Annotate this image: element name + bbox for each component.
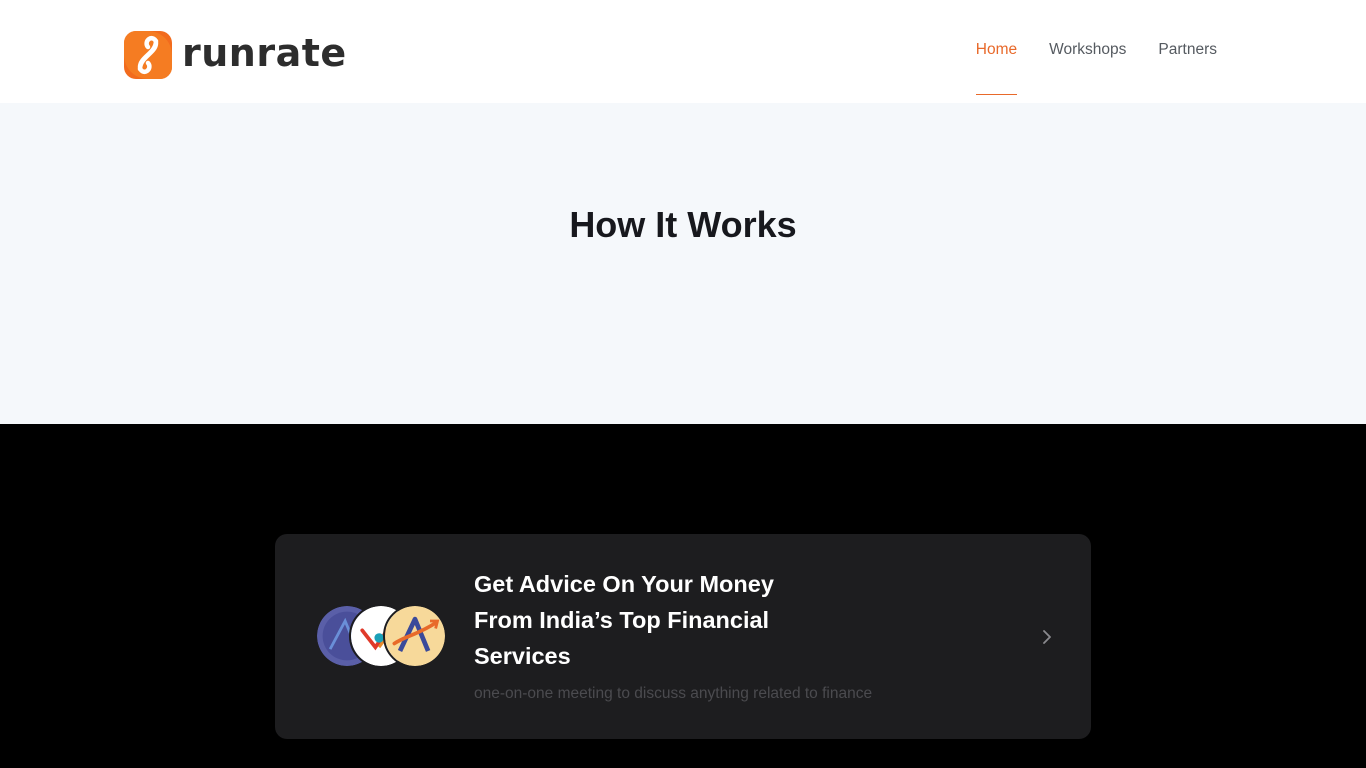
advisor-avatars bbox=[315, 604, 449, 668]
site-header: runrate Home Workshops Partners bbox=[0, 0, 1366, 103]
brand-name: runrate bbox=[182, 31, 347, 75]
nav-item-home[interactable]: Home bbox=[975, 0, 1018, 96]
runrate-logo-icon bbox=[124, 31, 172, 79]
page-title: How It Works bbox=[569, 204, 797, 245]
card-subtitle: one-on-one meeting to discuss anything r… bbox=[474, 685, 873, 702]
card-title: Get Advice On Your Money From India’s To… bbox=[474, 571, 774, 669]
nav-item-workshops[interactable]: Workshops bbox=[1049, 0, 1126, 96]
advice-card[interactable]: Get Advice On Your Money From India’s To… bbox=[275, 534, 1091, 739]
hero-section: How It Works bbox=[0, 103, 1366, 424]
main-nav: Home Workshops Partners bbox=[944, 0, 1217, 103]
advisor-logo-yellow-icon bbox=[383, 604, 447, 668]
brand-logo[interactable]: runrate bbox=[124, 31, 347, 79]
chevron-right-icon[interactable] bbox=[1037, 627, 1057, 647]
nav-item-partners[interactable]: Partners bbox=[1158, 0, 1217, 96]
services-section: Get Advice On Your Money From India’s To… bbox=[0, 424, 1366, 768]
